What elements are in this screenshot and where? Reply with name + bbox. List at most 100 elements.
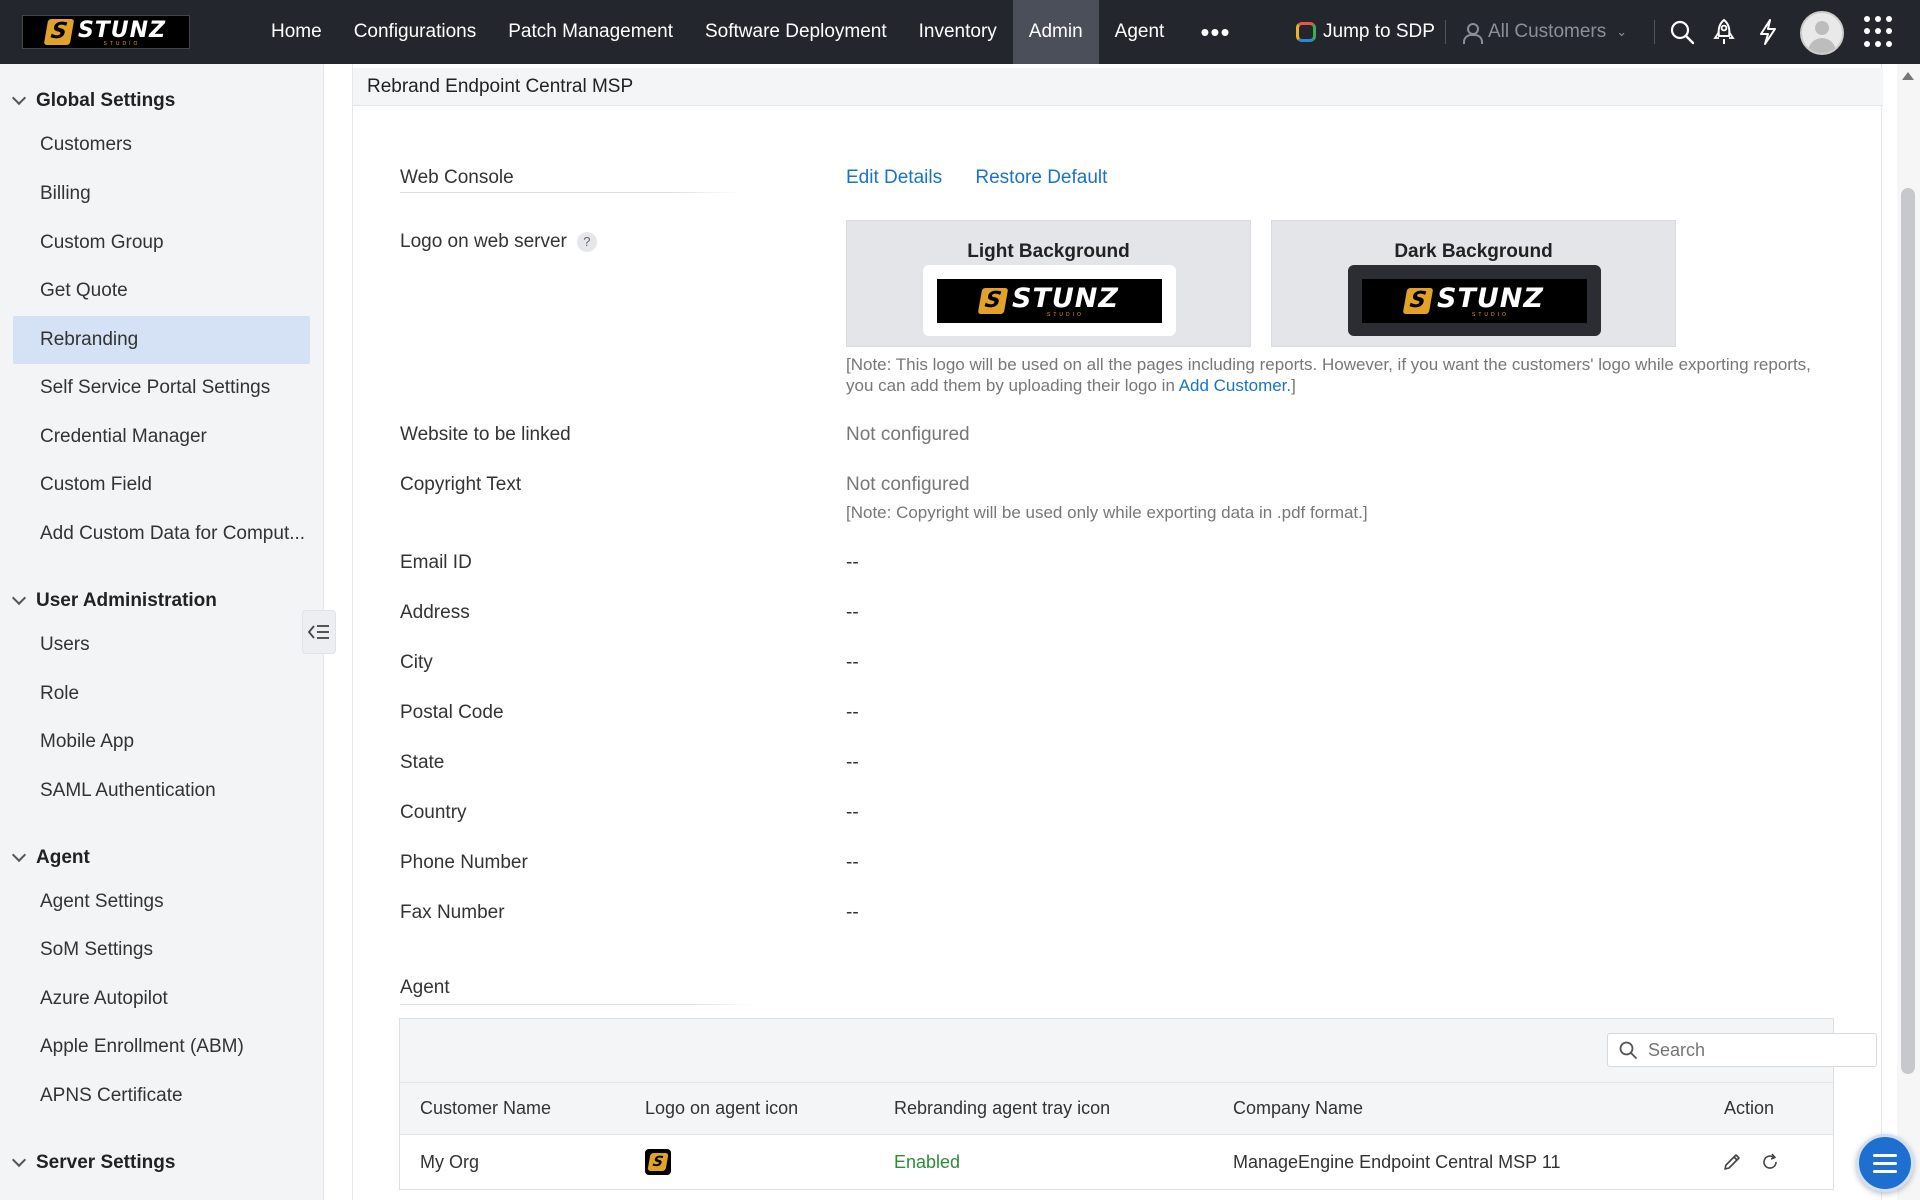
section-title: Global Settings — [36, 90, 176, 111]
help-icon[interactable]: ? — [576, 231, 597, 252]
agent-logo-icon: S — [645, 1149, 671, 1175]
note-text: you can add them by uploading their logo… — [846, 376, 1179, 395]
sidebar-item-custom-field[interactable]: Custom Field — [13, 461, 310, 509]
reset-icon[interactable] — [1760, 1135, 1780, 1189]
logo-text: STUNZ — [1437, 283, 1544, 314]
sidebar-item-customers[interactable]: Customers — [13, 121, 310, 169]
lightning-icon[interactable] — [1750, 14, 1786, 50]
search-icon[interactable] — [1664, 14, 1700, 50]
sidebar-item-self-service-portal[interactable]: Self Service Portal Settings — [13, 364, 310, 412]
company-name-cell: ManageEngine Endpoint Central MSP 11 — [1233, 1151, 1561, 1172]
column-header-customer-name[interactable]: Customer Name — [420, 1083, 551, 1134]
copyright-text-label: Copyright Text — [400, 474, 522, 495]
column-header-action: Action — [1724, 1098, 1775, 1118]
note-text: ] — [1291, 376, 1296, 395]
note-line: you can add them by uploading their logo… — [846, 375, 1811, 396]
search-field[interactable] — [1607, 1033, 1877, 1067]
restore-default-link[interactable]: Restore Default — [975, 167, 1107, 188]
agent-rebranding-table: Customer Name Logo on agent icon Rebrand… — [399, 1018, 1877, 1190]
section-title: Agent — [36, 847, 90, 868]
city-label: City — [400, 652, 433, 673]
sidebar-item-rebranding[interactable]: Rebranding — [13, 316, 310, 364]
dark-background-logo-card: Dark Background S STUNZ STUDIO — [1271, 220, 1676, 347]
customer-name-cell: My Org — [420, 1151, 480, 1172]
column-header-tray-icon[interactable]: Rebranding agent tray icon — [894, 1083, 1110, 1134]
table-toolbar — [400, 1019, 1877, 1083]
logo-image: S STUNZ STUDIO — [937, 278, 1162, 323]
sidebar-section-global-settings[interactable]: Global Settings — [11, 90, 176, 112]
logo-image: S STUNZ STUDIO — [1362, 278, 1587, 323]
chevron-down-icon: ⌄ — [1616, 24, 1628, 39]
chevron-down-icon — [11, 1152, 27, 1168]
section-title: Server Settings — [36, 1152, 176, 1173]
edit-icon[interactable] — [1722, 1135, 1742, 1189]
sidebar-item-get-quote[interactable]: Get Quote — [13, 267, 310, 315]
collapse-sidebar-icon[interactable] — [302, 610, 336, 654]
light-background-title: Light Background — [967, 241, 1130, 262]
user-icon — [1462, 22, 1483, 44]
chevron-down-icon — [11, 847, 27, 863]
fax-number-value: -- — [846, 902, 859, 923]
logo-s-mark: S — [1402, 287, 1434, 314]
sidebar-item-mobile-app[interactable]: Mobile App — [13, 718, 310, 766]
country-label: Country — [400, 802, 467, 823]
sdp-icon — [1296, 22, 1316, 42]
divider — [400, 1004, 760, 1005]
field-label: Logo on web server — [400, 231, 567, 252]
sidebar-item-saml-authentication[interactable]: SAML Authentication — [13, 767, 310, 815]
website-linked-value: Not configured — [846, 424, 970, 445]
phone-number-value: -- — [846, 852, 859, 873]
sidebar-item-billing[interactable]: Billing — [13, 170, 310, 218]
brand-logo[interactable]: S STUNZ STUDIO — [22, 15, 190, 49]
scrollbar-thumb[interactable] — [1901, 188, 1915, 1074]
nav-agent[interactable]: Agent — [1099, 0, 1181, 64]
avatar[interactable] — [1800, 11, 1844, 55]
nav-patch-management[interactable]: Patch Management — [492, 0, 689, 64]
nav-inventory[interactable]: Inventory — [903, 0, 1013, 64]
sidebar-item-som-settings[interactable]: SoM Settings — [13, 926, 310, 974]
agent-logo-cell: S — [645, 1135, 671, 1189]
copyright-text-value: Not configured — [846, 474, 970, 495]
rocket-icon[interactable] — [1706, 14, 1742, 50]
sidebar-item-custom-group[interactable]: Custom Group — [13, 219, 310, 267]
nav-configurations[interactable]: Configurations — [338, 0, 493, 64]
more-menu-icon[interactable]: ••• — [1180, 0, 1250, 64]
sidebar: Global Settings Customers Billing Custom… — [0, 64, 324, 1200]
sidebar-section-user-administration[interactable]: User Administration — [11, 590, 217, 612]
jump-to-sdp-label: Jump to SDP — [1323, 21, 1435, 42]
nav-software-deployment[interactable]: Software Deployment — [689, 0, 903, 64]
sidebar-item-apple-enrollment[interactable]: Apple Enrollment (ABM) — [13, 1023, 310, 1071]
edit-details-link[interactable]: Edit Details — [846, 167, 942, 188]
copyright-note: [Note: Copyright will be used only while… — [846, 503, 1368, 522]
customer-selector[interactable]: All Customers ⌄ — [1462, 18, 1627, 46]
nav-home[interactable]: Home — [255, 0, 338, 64]
sidebar-section-server-settings[interactable]: Server Settings — [11, 1152, 176, 1174]
page-scrollbar[interactable] — [1897, 64, 1920, 1200]
sidebar-section-agent[interactable]: Agent — [11, 847, 90, 869]
sidebar-item-azure-autopilot[interactable]: Azure Autopilot — [13, 975, 310, 1023]
sidebar-item-credential-manager[interactable]: Credential Manager — [13, 413, 310, 461]
sidebar-item-apns-certificate[interactable]: APNS Certificate — [13, 1072, 310, 1120]
search-icon — [1619, 1041, 1637, 1059]
web-console-heading: Web Console — [400, 167, 514, 188]
add-customer-link[interactable]: Add Customer. — [1179, 376, 1291, 395]
logo-s-mark: S — [647, 1153, 669, 1171]
sidebar-item-role[interactable]: Role — [13, 670, 310, 718]
search-input[interactable] — [1648, 1039, 1868, 1061]
logo-text: STUNZ — [77, 17, 167, 43]
agent-section-heading: Agent — [400, 977, 450, 998]
light-background-logo-card: Light Background S STUNZ STUDIO — [846, 220, 1251, 347]
quick-menu-button[interactable] — [1856, 1134, 1914, 1192]
column-header-company-name[interactable]: Company Name — [1233, 1083, 1363, 1134]
sidebar-item-users[interactable]: Users — [13, 621, 310, 669]
logo-on-web-server-label: Logo on web server? — [400, 231, 597, 253]
sidebar-item-agent-settings[interactable]: Agent Settings — [13, 878, 310, 926]
logo-s-mark: S — [43, 19, 75, 45]
column-header-logo-on-agent-icon[interactable]: Logo on agent icon — [645, 1083, 798, 1134]
table-header-row: Customer Name Logo on agent icon Rebrand… — [400, 1083, 1833, 1135]
nav-admin[interactable]: Admin — [1012, 0, 1099, 64]
jump-to-sdp-button[interactable]: Jump to SDP — [1296, 18, 1435, 46]
sidebar-item-add-custom-data[interactable]: Add Custom Data for Comput... — [13, 510, 310, 558]
apps-grid-icon[interactable] — [1864, 16, 1896, 48]
scroll-up-arrow-icon[interactable] — [1902, 72, 1914, 80]
